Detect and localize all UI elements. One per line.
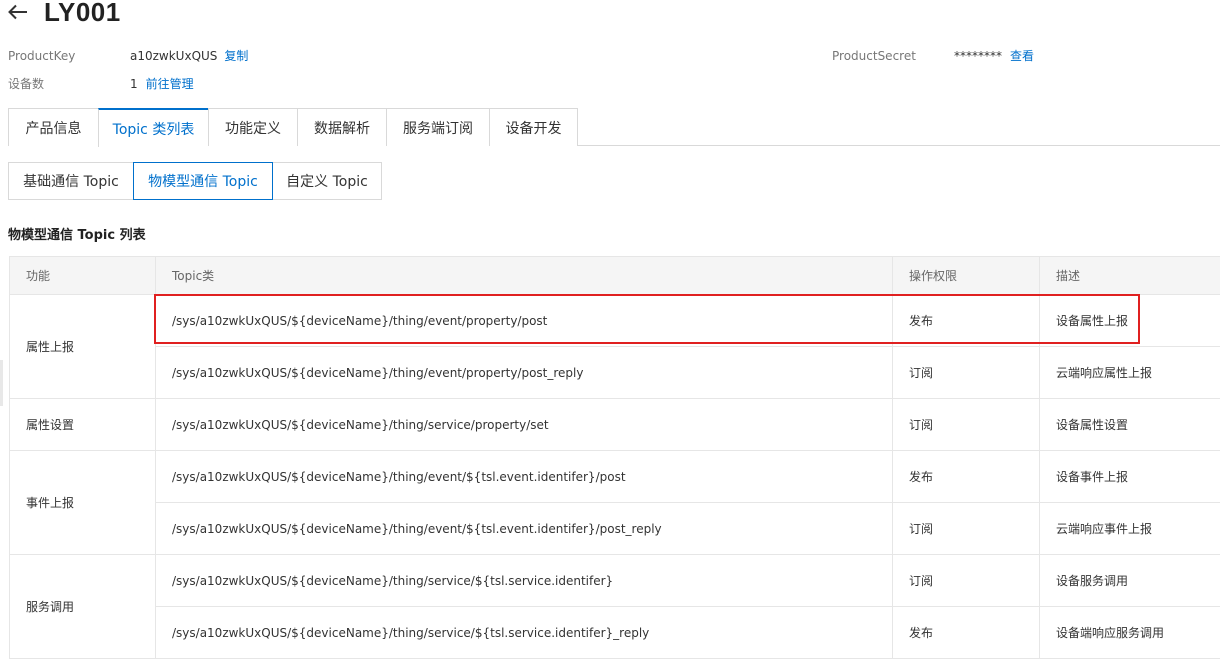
topic-table: 功能 Topic类 操作权限 描述 属性上报 /sys/a10zwkUxQUS/… — [9, 256, 1220, 659]
column-header-permission: 操作权限 — [892, 256, 1040, 295]
subtab-model-topic[interactable]: 物模型通信 Topic — [133, 162, 273, 200]
description-cell: 设备属性上报 — [1039, 294, 1220, 347]
product-key-label: ProductKey — [8, 48, 76, 63]
view-secret-link[interactable]: 查看 — [1010, 47, 1034, 64]
product-secret-label: ProductSecret — [832, 48, 916, 63]
topic-subtabs: 基础通信 Topic 物模型通信 Topic 自定义 Topic — [8, 162, 382, 200]
table-row: 服务调用 /sys/a10zwkUxQUS/${deviceName}/thin… — [9, 554, 1220, 659]
tab-topic-list[interactable]: Topic 类列表 — [98, 108, 208, 147]
subtab-custom-topic[interactable]: 自定义 Topic — [272, 162, 382, 200]
tab-device-development[interactable]: 设备开发 — [489, 108, 578, 146]
table-row: 属性设置 /sys/a10zwkUxQUS/${deviceName}/thin… — [9, 398, 1220, 451]
description-cell: 设备属性设置 — [1039, 398, 1220, 451]
description-cell: 设备端响应服务调用 — [1039, 606, 1220, 659]
column-header-description: 描述 — [1039, 256, 1220, 295]
product-secret-row: ProductSecret ******** 查看 — [832, 47, 1034, 64]
arrow-left-icon[interactable] — [8, 1, 30, 23]
permission-cell: 订阅 — [892, 554, 1040, 607]
product-key-value: a10zwkUxQUS — [130, 48, 218, 63]
topic-cell: /sys/a10zwkUxQUS/${deviceName}/thing/ser… — [155, 398, 893, 451]
permission-cell: 订阅 — [892, 502, 1040, 555]
topic-cell: /sys/a10zwkUxQUS/${deviceName}/thing/eve… — [155, 502, 893, 555]
description-cell: 设备事件上报 — [1039, 450, 1220, 503]
manage-devices-link[interactable]: 前往管理 — [146, 75, 194, 92]
scrollbar[interactable] — [0, 360, 3, 406]
product-secret-value: ******** — [954, 48, 1002, 63]
tab-server-subscription[interactable]: 服务端订阅 — [386, 108, 489, 146]
tab-product-info[interactable]: 产品信息 — [8, 108, 98, 146]
topic-cell: /sys/a10zwkUxQUS/${deviceName}/thing/eve… — [155, 294, 893, 347]
permission-cell: 发布 — [892, 606, 1040, 659]
permission-cell: 订阅 — [892, 346, 1040, 399]
table-row: /sys/a10zwkUxQUS/${deviceName}/thing/eve… — [10, 346, 1220, 399]
table-row: /sys/a10zwkUxQUS/${deviceName}/thing/eve… — [10, 502, 1220, 555]
topic-cell: /sys/a10zwkUxQUS/${deviceName}/thing/eve… — [155, 346, 893, 399]
device-count-row: 设备数 1 前往管理 — [8, 75, 194, 92]
function-cell: 属性设置 — [9, 398, 156, 451]
table-header-row: 功能 Topic类 操作权限 描述 — [9, 256, 1220, 295]
table-row: /sys/a10zwkUxQUS/${deviceName}/thing/ser… — [10, 606, 1220, 659]
tab-data-parsing[interactable]: 数据解析 — [297, 108, 386, 146]
device-count-label: 设备数 — [8, 77, 45, 91]
function-cell: 属性上报 — [9, 294, 156, 399]
description-cell: 设备服务调用 — [1039, 554, 1220, 607]
function-cell: 事件上报 — [9, 450, 156, 555]
subtab-basic-topic[interactable]: 基础通信 Topic — [8, 162, 134, 200]
permission-cell: 订阅 — [892, 398, 1040, 451]
column-header-function: 功能 — [9, 256, 156, 295]
product-key-row: ProductKey a10zwkUxQUS 复制 — [8, 47, 248, 64]
topic-cell: /sys/a10zwkUxQUS/${deviceName}/thing/ser… — [155, 606, 893, 659]
description-cell: 云端响应事件上报 — [1039, 502, 1220, 555]
permission-cell: 发布 — [892, 450, 1040, 503]
description-cell: 云端响应属性上报 — [1039, 346, 1220, 399]
column-header-topic: Topic类 — [155, 256, 893, 295]
section-title: 物模型通信 Topic 列表 — [8, 228, 146, 243]
topic-cell: /sys/a10zwkUxQUS/${deviceName}/thing/ser… — [155, 554, 893, 607]
page-title: LY001 — [44, 0, 121, 27]
tab-function-definition[interactable]: 功能定义 — [208, 108, 297, 146]
main-tabs: 产品信息 Topic 类列表 功能定义 数据解析 服务端订阅 设备开发 — [8, 108, 1220, 147]
topic-cell: /sys/a10zwkUxQUS/${deviceName}/thing/eve… — [155, 450, 893, 503]
permission-cell: 发布 — [892, 294, 1040, 347]
copy-link[interactable]: 复制 — [224, 47, 248, 64]
page-header: LY001 — [8, 0, 121, 30]
table-row: 事件上报 /sys/a10zwkUxQUS/${deviceName}/thin… — [9, 450, 1220, 555]
table-row: 属性上报 /sys/a10zwkUxQUS/${deviceName}/thin… — [9, 294, 1220, 399]
device-count-value: 1 — [130, 76, 138, 91]
function-cell: 服务调用 — [9, 554, 156, 659]
